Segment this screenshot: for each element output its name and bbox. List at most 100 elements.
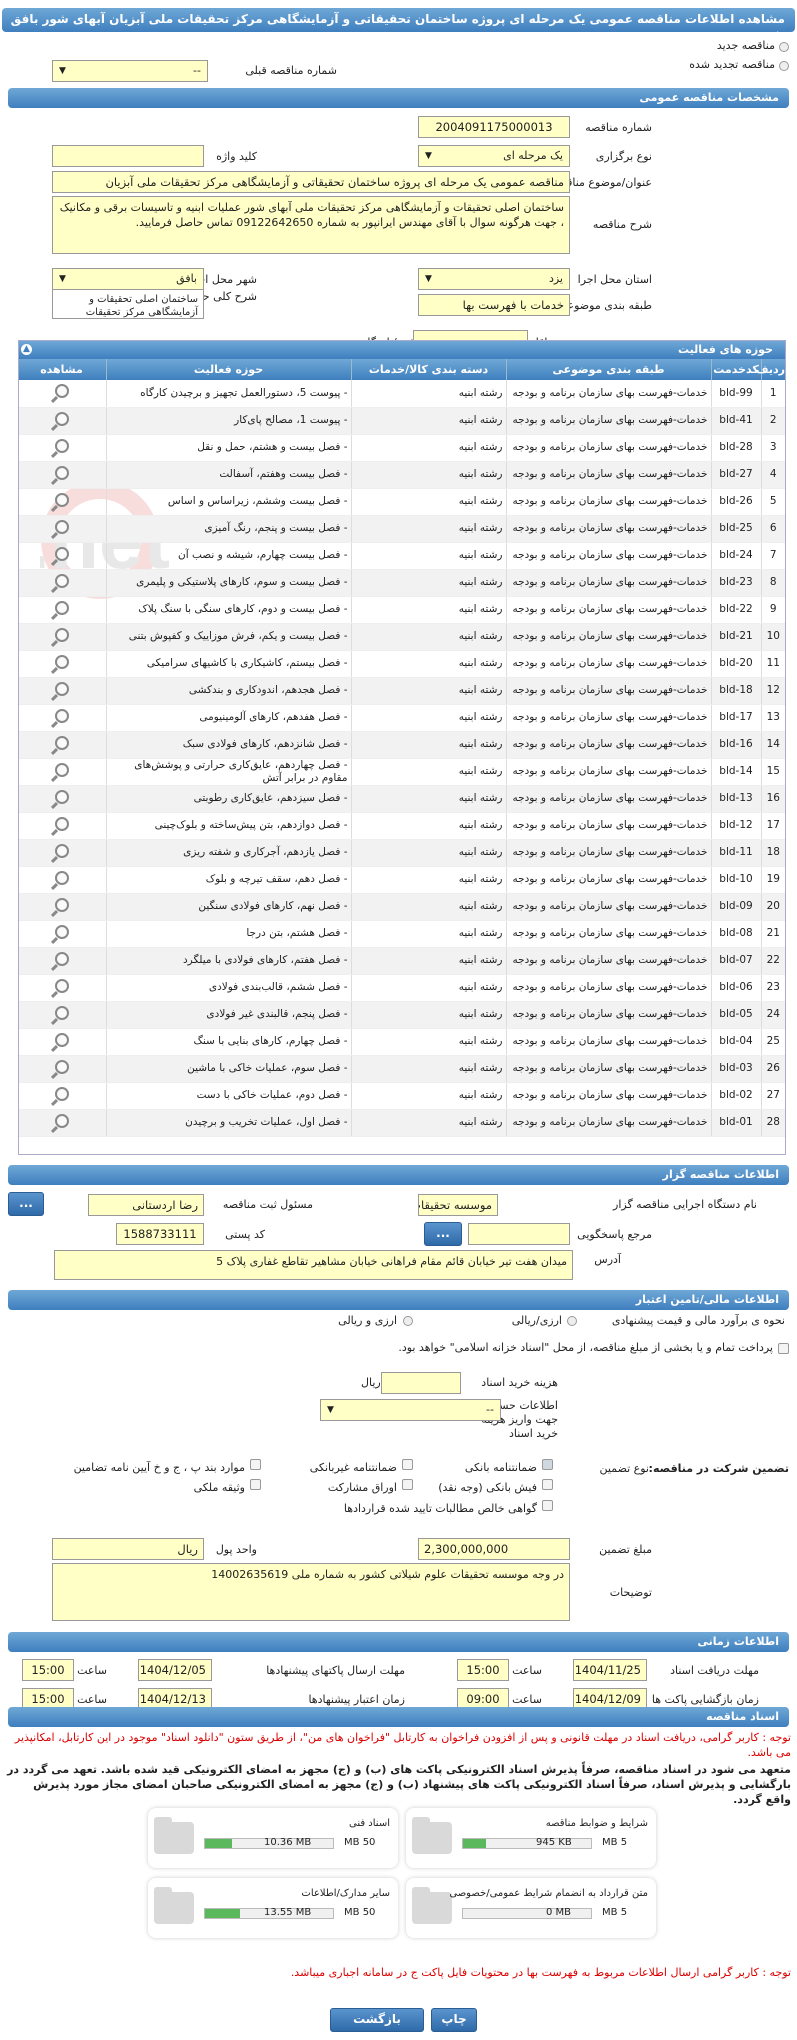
row-category: خدمات-فهرست بهای سازمان برنامه و بودجه	[505, 677, 711, 705]
view-cell[interactable]	[19, 812, 106, 840]
city-select[interactable]: بافق ▼	[52, 268, 204, 290]
view-cell[interactable]	[19, 1028, 106, 1056]
view-cell[interactable]	[19, 920, 106, 948]
view-cell[interactable]	[19, 785, 106, 813]
service-code: bld-99	[710, 380, 761, 408]
chevron-down-icon: ▼	[59, 66, 66, 76]
tender-type-select[interactable]: یک مرحله ای ▼	[418, 145, 570, 167]
prev-number-select[interactable]: -- ▼	[52, 60, 208, 82]
view-cell[interactable]	[19, 947, 106, 975]
magnifier-icon[interactable]	[54, 978, 69, 993]
magnifier-icon[interactable]	[54, 843, 69, 858]
row-category: خدمات-فهرست بهای سازمان برنامه و بودجه	[505, 920, 711, 948]
magnifier-icon[interactable]	[54, 870, 69, 885]
view-cell[interactable]	[19, 1055, 106, 1083]
magnifier-icon[interactable]	[54, 681, 69, 696]
row-category: خدمات-فهرست بهای سازمان برنامه و بودجه	[505, 623, 711, 651]
row-activity: - فصل پنجم، قالبندی غیر فولادی	[105, 1001, 351, 1029]
g-claims-checkbox[interactable]	[542, 1500, 553, 1511]
magnifier-icon[interactable]	[54, 519, 69, 534]
magnifier-icon[interactable]	[54, 465, 69, 480]
magnifier-icon[interactable]	[54, 546, 69, 561]
row-category: خدمات-فهرست بهای سازمان برنامه و بودجه	[505, 785, 711, 813]
magnifier-icon[interactable]	[54, 411, 69, 426]
officer-more-button[interactable]: ...	[8, 1192, 44, 1216]
view-cell[interactable]	[19, 380, 106, 408]
g-bank-checkbox[interactable]	[542, 1459, 553, 1470]
magnifier-icon[interactable]	[54, 627, 69, 642]
account-select[interactable]: -- ▼	[320, 1399, 501, 1421]
magnifier-icon[interactable]	[54, 816, 69, 831]
magnifier-icon[interactable]	[54, 708, 69, 723]
new-tender-radio[interactable]	[779, 42, 789, 52]
magnifier-icon[interactable]	[54, 1032, 69, 1047]
magnifier-icon[interactable]	[54, 573, 69, 588]
magnifier-icon[interactable]	[54, 384, 69, 399]
service-code: bld-22	[710, 596, 761, 624]
back-button[interactable]: بازگشت	[330, 2008, 424, 2032]
magnifier-icon[interactable]	[54, 1005, 69, 1020]
view-cell[interactable]	[19, 1082, 106, 1110]
view-cell[interactable]	[19, 974, 106, 1002]
magnifier-icon[interactable]	[54, 1086, 69, 1101]
doc-card[interactable]: شرایط و ضوابط مناقصه 5 MB 945 KB	[406, 1808, 656, 1868]
collapse-icon[interactable]: ▲	[21, 344, 32, 355]
doc-card[interactable]: سایر مدارک/اطلاعات 50 MB 13.55 MB	[148, 1878, 398, 1938]
magnifier-icon[interactable]	[54, 600, 69, 615]
view-cell[interactable]	[19, 515, 106, 543]
view-cell[interactable]	[19, 488, 106, 516]
magnifier-icon[interactable]	[54, 789, 69, 804]
view-cell[interactable]	[19, 839, 106, 867]
view-cell[interactable]	[19, 677, 106, 705]
g-clauses-checkbox[interactable]	[250, 1459, 261, 1470]
view-cell[interactable]	[19, 407, 106, 435]
view-cell[interactable]	[19, 461, 106, 489]
activity-list[interactable]: ساختمان اصلی تحقیقات و آزمایشگاهی مرکز ت…	[52, 289, 204, 319]
row-goods: رشته ابنیه	[350, 650, 506, 678]
currency-radio[interactable]	[403, 1316, 413, 1326]
magnifier-icon[interactable]	[54, 492, 69, 507]
view-cell[interactable]	[19, 596, 106, 624]
magnifier-icon[interactable]	[54, 438, 69, 453]
province-select[interactable]: یزد ▼	[418, 268, 570, 290]
view-cell[interactable]	[19, 758, 106, 786]
magnifier-icon[interactable]	[54, 951, 69, 966]
view-cell[interactable]	[19, 731, 106, 759]
row-category: خدمات-فهرست بهای سازمان برنامه و بودجه	[505, 947, 711, 975]
g-cash-checkbox[interactable]	[542, 1479, 553, 1490]
g-property-checkbox[interactable]	[250, 1479, 261, 1490]
view-cell[interactable]	[19, 623, 106, 651]
doc-name: اسناد فنی	[349, 1818, 390, 1829]
view-cell[interactable]	[19, 1109, 106, 1137]
magnifier-icon[interactable]	[54, 897, 69, 912]
magnifier-icon[interactable]	[54, 924, 69, 939]
g-nonbank-checkbox[interactable]	[402, 1459, 413, 1470]
doc-card[interactable]: اسناد فنی 50 MB 10.36 MB	[148, 1808, 398, 1868]
row-number: 11	[760, 650, 785, 678]
col-goods: دسته بندی کالا/خدمات	[350, 359, 506, 380]
view-cell[interactable]	[19, 542, 106, 570]
row-goods: رشته ابنیه	[350, 1028, 506, 1056]
docs-header: اسناد مناقصه	[8, 1707, 789, 1727]
view-cell[interactable]	[19, 1001, 106, 1029]
magnifier-icon[interactable]	[54, 1059, 69, 1074]
g-bonds-checkbox[interactable]	[402, 1479, 413, 1490]
treasury-checkbox[interactable]	[778, 1343, 789, 1354]
magnifier-icon[interactable]	[54, 735, 69, 750]
rial-radio[interactable]	[567, 1316, 577, 1326]
magnifier-icon[interactable]	[54, 654, 69, 669]
view-cell[interactable]	[19, 893, 106, 921]
doc-card[interactable]: متن قرارداد به انضمام شرایط عمومی/خصوصی …	[406, 1878, 656, 1938]
magnifier-icon[interactable]	[54, 1113, 69, 1128]
view-cell[interactable]	[19, 650, 106, 678]
view-cell[interactable]	[19, 434, 106, 462]
view-cell[interactable]	[19, 866, 106, 894]
print-button[interactable]: چاپ	[431, 2008, 477, 2032]
magnifier-icon[interactable]	[54, 762, 69, 777]
view-cell[interactable]	[19, 569, 106, 597]
view-cell[interactable]	[19, 704, 106, 732]
ref-more-button[interactable]: ...	[424, 1222, 462, 1246]
validity-label: زمان اعتبار پیشنهادها	[308, 1693, 405, 1706]
renewed-tender-radio[interactable]	[779, 61, 789, 71]
org-field: موسسه تحقیقات علوم شیلاتی کشور	[418, 1194, 498, 1216]
